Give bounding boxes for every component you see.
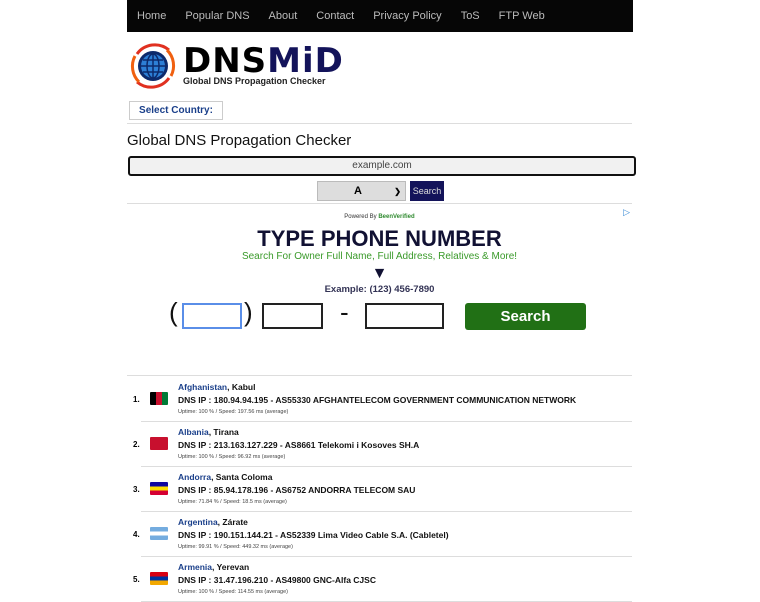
- country-link[interactable]: Afghanistan: [178, 382, 227, 392]
- dns-ip: DNS IP : 85.94.178.196 - AS6752 ANDORRA …: [178, 485, 416, 495]
- dns-ip: DNS IP : 31.47.196.210 - AS49800 GNC-Alf…: [178, 575, 376, 585]
- result-row: 2. Albania, Tirana DNS IP : 213.163.127.…: [127, 422, 632, 467]
- prefix-input[interactable]: [262, 303, 323, 329]
- city: , Tirana: [208, 427, 239, 437]
- logo-tagline: Global DNS Propagation Checker: [183, 76, 326, 86]
- flag-icon: [150, 482, 168, 495]
- flag-icon: [150, 437, 168, 450]
- globe-icon: [130, 43, 176, 89]
- record-type-value: A: [354, 185, 362, 197]
- result-row: 1. Afghanistan, Kabul DNS IP : 180.94.94…: [127, 377, 632, 422]
- ad-search-button[interactable]: Search: [465, 303, 586, 330]
- select-country-button[interactable]: Select Country:: [129, 101, 223, 120]
- nav-about[interactable]: About: [269, 10, 298, 22]
- flag-icon: [150, 572, 168, 585]
- page-title: Global DNS Propagation Checker: [127, 132, 352, 149]
- result-number: 5.: [133, 575, 140, 584]
- nav-contact[interactable]: Contact: [316, 10, 354, 22]
- flag-icon: [150, 392, 168, 405]
- uptime-stats: Uptime: 71.84 % / Speed: 18.5 ms (averag…: [178, 499, 287, 505]
- city: , Zárate: [217, 517, 248, 527]
- result-row: 4. Argentina, Zárate DNS IP : 190.151.14…: [127, 512, 632, 557]
- ad-example: Example: (123) 456-7890: [324, 284, 435, 295]
- record-type-select[interactable]: A ❯: [317, 181, 406, 201]
- search-button[interactable]: Search: [410, 181, 444, 201]
- dash: -: [340, 297, 349, 327]
- logo-text-mid: MiD: [267, 41, 344, 81]
- dns-ip: DNS IP : 180.94.94.195 - AS55330 AFGHANT…: [178, 395, 577, 405]
- nav-tos[interactable]: ToS: [461, 10, 480, 22]
- nav-popular-dns[interactable]: Popular DNS: [185, 10, 249, 22]
- nav-home[interactable]: Home: [137, 10, 166, 22]
- country-link[interactable]: Armenia: [178, 562, 212, 572]
- nav-privacy-policy[interactable]: Privacy Policy: [373, 10, 441, 22]
- result-number: 1.: [133, 395, 140, 404]
- ad-powered-by: Powered By: [344, 214, 377, 220]
- result-number: 3.: [133, 485, 140, 494]
- nav-ftp-web[interactable]: FTP Web: [499, 10, 545, 22]
- area-code-input[interactable]: [182, 303, 242, 329]
- result-number: 4.: [133, 530, 140, 539]
- domain-input[interactable]: example.com: [128, 156, 636, 176]
- dns-ip: DNS IP : 213.163.127.229 - AS8661 Teleko…: [178, 440, 420, 450]
- ad-subheadline: Search For Owner Full Name, Full Address…: [241, 251, 518, 262]
- city: , Santa Coloma: [211, 472, 273, 482]
- result-row: 5. Armenia, Yerevan DNS IP : 31.47.196.2…: [127, 557, 632, 602]
- open-paren: (: [169, 297, 178, 327]
- city: , Kabul: [227, 382, 256, 392]
- dns-ip: DNS IP : 190.151.144.21 - AS52339 Lima V…: [178, 530, 449, 540]
- ad-brand-logo: BeenVerified: [378, 214, 415, 220]
- top-nav: Home Popular DNS About Contact Privacy P…: [127, 0, 633, 32]
- city: , Yerevan: [212, 562, 250, 572]
- result-row: 3. Andorra, Santa Coloma DNS IP : 85.94.…: [127, 467, 632, 512]
- close-paren: ): [244, 297, 253, 327]
- ad-banner[interactable]: ▷ Powered By BeenVerified TYPE PHONE NUM…: [127, 205, 632, 370]
- country-link[interactable]: Albania: [178, 427, 209, 437]
- line-number-input[interactable]: [365, 303, 444, 329]
- ad-headline: TYPE PHONE NUMBER: [257, 226, 502, 251]
- arrow-down-icon: ▼: [371, 265, 388, 282]
- page: Home Popular DNS About Contact Privacy P…: [127, 0, 636, 602]
- country-link[interactable]: Argentina: [178, 517, 218, 527]
- logo[interactable]: DNSMiD Global DNS Propagation Checker: [129, 42, 344, 90]
- result-number: 2.: [133, 440, 140, 449]
- logo-text-dns: DNS: [183, 41, 268, 81]
- uptime-stats: Uptime: 99.91 % / Speed: 449.32 ms (aver…: [178, 544, 293, 550]
- uptime-stats: Uptime: 100 % / Speed: 96.92 ms (average…: [178, 454, 286, 460]
- country-link[interactable]: Andorra: [178, 472, 211, 482]
- chevron-down-icon: ❯: [394, 186, 401, 196]
- flag-icon: [150, 527, 168, 540]
- uptime-stats: Uptime: 100 % / Speed: 197.56 ms (averag…: [178, 409, 289, 415]
- uptime-stats: Uptime: 100 % / Speed: 114.55 ms (averag…: [178, 589, 288, 595]
